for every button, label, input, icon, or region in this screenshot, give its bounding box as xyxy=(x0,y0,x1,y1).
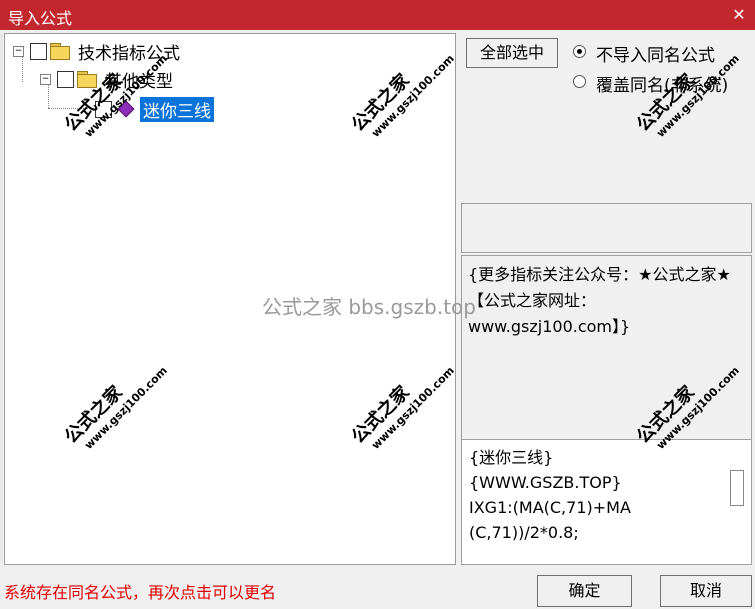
tree-node-technical-indicators[interactable]: − 技术指标公式 xyxy=(13,38,180,64)
no-import-radio[interactable] xyxy=(573,45,586,58)
select-all-button[interactable]: 全部选中 xyxy=(466,38,558,68)
empty-field xyxy=(461,203,752,253)
node-label: 技术指标公式 xyxy=(78,43,180,64)
folder-icon xyxy=(50,43,70,60)
formula-tree[interactable]: − 技术指标公式 − 其他类型 迷你三线 xyxy=(4,33,456,565)
info-box: {更多指标关注公众号：★公式之家★ 【公式之家网址：www.gszj100.co… xyxy=(461,255,752,467)
title-bar: 导入公式 ✕ xyxy=(0,0,755,30)
node-checkbox[interactable] xyxy=(57,70,74,88)
tree-line xyxy=(48,108,92,109)
collapse-icon[interactable]: − xyxy=(13,45,24,57)
scrollbar-thumb[interactable] xyxy=(730,470,744,506)
info-text: {更多指标关注公众号：★公式之家★ 【公式之家网址：www.gszj100.co… xyxy=(468,265,731,336)
tree-node-other-types[interactable]: − 其他类型 xyxy=(40,66,173,92)
overwrite-label[interactable]: 覆盖同名(非系统) xyxy=(596,71,728,96)
window-title: 导入公式 xyxy=(8,9,73,28)
code-text: {迷你三线} {WWW.GSZB.TOP} IXG1:(MA(C,71)+MA … xyxy=(469,448,631,542)
no-import-label[interactable]: 不导入同名公式 xyxy=(596,41,715,66)
window-left-edge xyxy=(0,34,3,562)
node-checkbox[interactable] xyxy=(95,100,112,118)
formula-diamond-icon xyxy=(117,100,135,118)
overwrite-radio[interactable] xyxy=(573,75,586,88)
close-icon[interactable]: ✕ xyxy=(729,5,749,25)
options-panel: 全部选中 不导入同名公式 覆盖同名(非系统) {更多指标关注公众号：★公式之家★… xyxy=(460,33,754,565)
collapse-icon[interactable]: − xyxy=(40,73,51,85)
folder-icon xyxy=(77,71,97,88)
status-message: 系统存在同名公式，再次点击可以更名 xyxy=(4,583,277,602)
node-label: 其他类型 xyxy=(105,71,173,92)
cancel-button[interactable]: 取消 xyxy=(660,575,752,607)
ok-button[interactable]: 确定 xyxy=(537,575,632,607)
code-preview[interactable]: {迷你三线} {WWW.GSZB.TOP} IXG1:(MA(C,71)+MA … xyxy=(461,439,752,565)
node-checkbox[interactable] xyxy=(30,42,47,60)
node-label: 迷你三线 xyxy=(140,96,214,122)
tree-node-mini-three-lines[interactable]: 迷你三线 xyxy=(90,96,214,122)
